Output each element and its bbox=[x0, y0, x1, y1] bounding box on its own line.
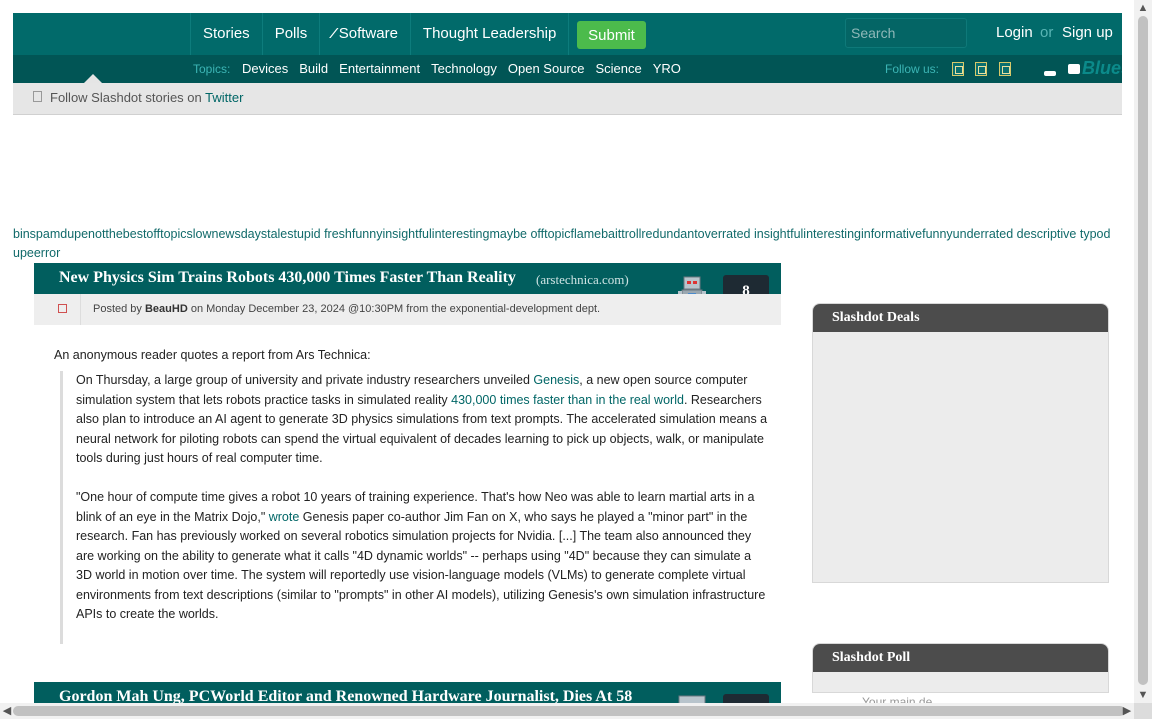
topic-devices[interactable]: Devices bbox=[242, 61, 288, 76]
story-source[interactable]: (arstechnica.com) bbox=[536, 272, 629, 288]
or-text: or bbox=[1040, 24, 1054, 41]
topic-science[interactable]: Science bbox=[596, 61, 642, 76]
deals-box: Slashdot Deals bbox=[812, 303, 1109, 583]
filter-words: binspamdupenotthebestofftopicslownewsday… bbox=[13, 227, 1111, 260]
nav-polls[interactable]: Polls bbox=[261, 13, 320, 55]
topic-technology[interactable]: Technology bbox=[431, 61, 497, 76]
posted-date: on Monday December 23, 2024 @10:30PM bbox=[190, 303, 404, 315]
poll-title: Slashdot Poll bbox=[813, 644, 1108, 672]
nav-software[interactable]: ⁄ Software bbox=[319, 13, 410, 55]
topics-bar: Topics: Devices Build Entertainment Tech… bbox=[13, 55, 1122, 83]
page: Stories Polls ⁄ Software Thought Leadersh… bbox=[13, 13, 1122, 703]
search-input[interactable] bbox=[845, 18, 967, 48]
follow-bar: Follow Slashdot stories on Twitter bbox=[13, 83, 1122, 115]
twitter-link[interactable]: Twitter bbox=[205, 90, 243, 105]
comment-count-badge-2[interactable] bbox=[723, 694, 769, 703]
story-header: New Physics Sim Trains Robots 430,000 Ti… bbox=[34, 263, 781, 294]
quote-paragraph-1: On Thursday, a large group of university… bbox=[76, 371, 768, 469]
posted-by: Posted by BeauHD on Monday December 23, … bbox=[93, 303, 600, 315]
main-nav: Stories Polls ⁄ Software Thought Leadersh… bbox=[190, 13, 570, 55]
nav-stories[interactable]: Stories bbox=[190, 13, 262, 55]
p1-text-a: On Thursday, a large group of university… bbox=[76, 373, 534, 387]
story-title-2[interactable]: Gordon Mah Ung, PCWorld Editor and Renow… bbox=[59, 688, 632, 703]
twitter-icon[interactable] bbox=[999, 62, 1011, 76]
author-link[interactable]: BeauHD bbox=[145, 303, 188, 315]
vertical-scrollbar[interactable]: ▲ ▼ bbox=[1134, 0, 1152, 703]
story-quote: On Thursday, a large group of university… bbox=[60, 371, 768, 644]
scroll-down-icon[interactable]: ▼ bbox=[1134, 687, 1152, 703]
top-nav-bar: Stories Polls ⁄ Software Thought Leadersh… bbox=[13, 13, 1122, 55]
scroll-left-icon[interactable]: ◀ bbox=[0, 703, 14, 719]
topics-list: Devices Build Entertainment Technology O… bbox=[242, 61, 692, 76]
hardware-topic-icon[interactable] bbox=[677, 694, 707, 703]
wrote-link[interactable]: wrote bbox=[269, 510, 300, 524]
mastodon-icon[interactable] bbox=[1044, 71, 1056, 76]
horizontal-scroll-thumb[interactable] bbox=[13, 706, 1125, 716]
genesis-link[interactable]: Genesis bbox=[533, 373, 579, 387]
scroll-right-icon[interactable]: ▶ bbox=[1120, 703, 1134, 719]
topic-yro[interactable]: YRO bbox=[653, 61, 681, 76]
follow-us-label: Follow us: bbox=[885, 62, 940, 76]
story-intro: An anonymous reader quotes a report from… bbox=[54, 348, 371, 362]
story-meta: Posted by BeauHD on Monday December 23, … bbox=[34, 294, 781, 325]
topics-label: Topics: bbox=[193, 62, 231, 76]
nav-caret bbox=[84, 74, 102, 83]
quote-paragraph-2: "One hour of compute time gives a robot … bbox=[76, 488, 768, 625]
nav-software-label: Software bbox=[338, 25, 398, 42]
bluesky-icon[interactable] bbox=[1068, 64, 1080, 74]
vertical-scroll-thumb[interactable] bbox=[1138, 16, 1148, 685]
topic-build[interactable]: Build bbox=[299, 61, 328, 76]
meta-divider bbox=[80, 294, 81, 325]
facebook-icon[interactable] bbox=[975, 62, 987, 76]
topic-open-source[interactable]: Open Source bbox=[508, 61, 585, 76]
topic-entertainment[interactable]: Entertainment bbox=[339, 61, 420, 76]
story-header-2: Gordon Mah Ung, PCWorld Editor and Renow… bbox=[34, 682, 781, 703]
feed-icon bbox=[33, 91, 42, 102]
login-link[interactable]: Login bbox=[996, 24, 1033, 41]
p2-text-b: Genesis paper co-author Jim Fan on X, wh… bbox=[76, 509, 766, 622]
bluesky-link[interactable]: Blues bbox=[1082, 58, 1122, 79]
deals-title: Slashdot Deals bbox=[813, 304, 1108, 332]
story-title[interactable]: New Physics Sim Trains Robots 430,000 Ti… bbox=[59, 269, 516, 287]
poll-box: Slashdot Poll bbox=[812, 643, 1109, 693]
story-checkbox[interactable] bbox=[58, 304, 67, 313]
faster-link[interactable]: 430,000 times faster than in the real wo… bbox=[451, 393, 684, 407]
follow-text-label: Follow Slashdot stories on bbox=[50, 90, 202, 105]
rss-feed-icon[interactable] bbox=[952, 62, 964, 76]
software-icon: ⁄ bbox=[332, 25, 335, 42]
poll-question: Your main de... bbox=[862, 695, 943, 703]
scroll-up-icon[interactable]: ▲ bbox=[1134, 0, 1152, 16]
dept-text: from the exponential-development dept. bbox=[406, 303, 601, 315]
follow-text: Follow Slashdot stories on Twitter bbox=[50, 90, 243, 105]
horizontal-scrollbar[interactable]: ◀ ▶ bbox=[0, 703, 1134, 719]
nav-thought-leadership[interactable]: Thought Leadership bbox=[409, 13, 570, 55]
signup-link[interactable]: Sign up bbox=[1062, 24, 1113, 41]
posted-prefix: Posted by bbox=[93, 303, 142, 315]
scrollbar-corner bbox=[1134, 703, 1152, 719]
submit-button[interactable]: Submit bbox=[577, 21, 646, 49]
